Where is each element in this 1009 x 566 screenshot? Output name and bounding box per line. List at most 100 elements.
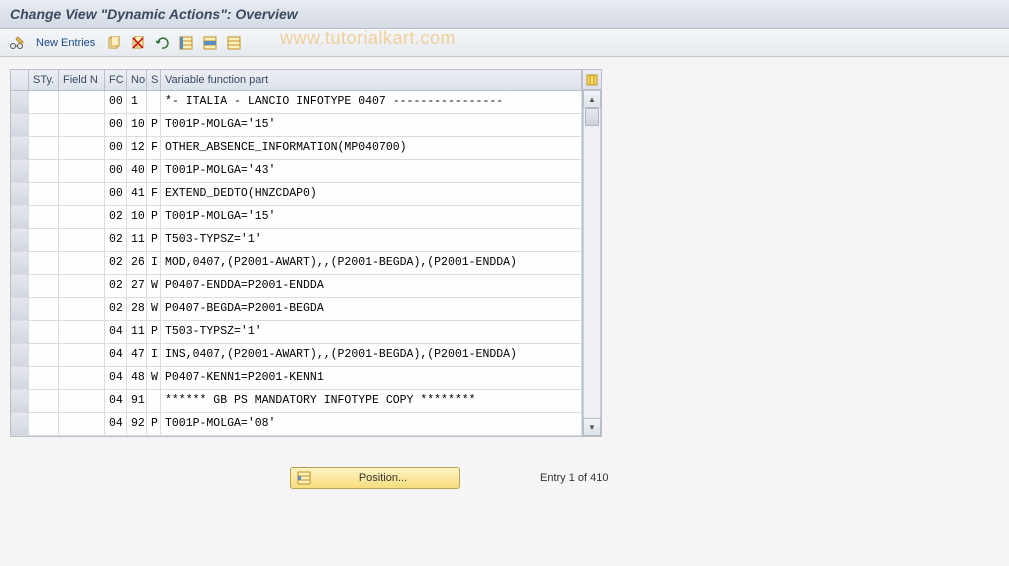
- header-field-n[interactable]: Field N: [59, 70, 105, 90]
- undo-icon[interactable]: [153, 34, 171, 52]
- cell-variable-function[interactable]: INS,0407,(P2001-AWART),,(P2001-BEGDA),(P…: [161, 344, 582, 366]
- cell-fc[interactable]: 00: [105, 160, 127, 182]
- cell-variable-function[interactable]: T503-TYPSZ='1': [161, 321, 582, 343]
- cell-s[interactable]: P: [147, 321, 161, 343]
- cell-sty[interactable]: [29, 229, 59, 251]
- cell-sty[interactable]: [29, 114, 59, 136]
- cell-no[interactable]: 10: [127, 114, 147, 136]
- row-select[interactable]: [11, 275, 29, 297]
- scroll-thumb[interactable]: [585, 108, 599, 126]
- cell-variable-function[interactable]: *- ITALIA - LANCIO INFOTYPE 0407 -------…: [161, 91, 582, 113]
- header-no[interactable]: No: [127, 70, 147, 90]
- cell-variable-function[interactable]: T001P-MOLGA='08': [161, 413, 582, 435]
- cell-no[interactable]: 48: [127, 367, 147, 389]
- cell-variable-function[interactable]: T001P-MOLGA='43': [161, 160, 582, 182]
- cell-sty[interactable]: [29, 298, 59, 320]
- cell-variable-function[interactable]: OTHER_ABSENCE_INFORMATION(MP040700): [161, 137, 582, 159]
- cell-variable-function[interactable]: ****** GB PS MANDATORY INFOTYPE COPY ***…: [161, 390, 582, 412]
- cell-s[interactable]: P: [147, 160, 161, 182]
- cell-field-n[interactable]: [59, 183, 105, 205]
- header-select[interactable]: [11, 70, 29, 90]
- column-config-icon[interactable]: [583, 70, 601, 90]
- cell-field-n[interactable]: [59, 206, 105, 228]
- cell-variable-function[interactable]: P0407-BEGDA=P2001-BEGDA: [161, 298, 582, 320]
- cell-sty[interactable]: [29, 183, 59, 205]
- scroll-track[interactable]: [583, 108, 601, 418]
- cell-field-n[interactable]: [59, 229, 105, 251]
- cell-sty[interactable]: [29, 137, 59, 159]
- cell-sty[interactable]: [29, 252, 59, 274]
- row-select[interactable]: [11, 344, 29, 366]
- cell-sty[interactable]: [29, 206, 59, 228]
- cell-variable-function[interactable]: T503-TYPSZ='1': [161, 229, 582, 251]
- header-variable-function[interactable]: Variable function part: [161, 70, 582, 90]
- header-sty[interactable]: STy.: [29, 70, 59, 90]
- cell-s[interactable]: I: [147, 344, 161, 366]
- row-select[interactable]: [11, 206, 29, 228]
- copy-icon[interactable]: [105, 34, 123, 52]
- cell-sty[interactable]: [29, 344, 59, 366]
- deselect-all-icon[interactable]: [225, 34, 243, 52]
- cell-no[interactable]: 27: [127, 275, 147, 297]
- cell-fc[interactable]: 04: [105, 344, 127, 366]
- cell-fc[interactable]: 02: [105, 206, 127, 228]
- pencil-glasses-icon[interactable]: [8, 34, 26, 52]
- select-all-icon[interactable]: [177, 34, 195, 52]
- new-entries-link[interactable]: New Entries: [32, 35, 99, 51]
- cell-fc[interactable]: 04: [105, 367, 127, 389]
- cell-field-n[interactable]: [59, 367, 105, 389]
- header-s[interactable]: S: [147, 70, 161, 90]
- cell-fc[interactable]: 00: [105, 91, 127, 113]
- row-select[interactable]: [11, 367, 29, 389]
- cell-sty[interactable]: [29, 321, 59, 343]
- cell-variable-function[interactable]: T001P-MOLGA='15': [161, 114, 582, 136]
- cell-no[interactable]: 40: [127, 160, 147, 182]
- cell-no[interactable]: 1: [127, 91, 147, 113]
- cell-fc[interactable]: 00: [105, 137, 127, 159]
- cell-s[interactable]: P: [147, 229, 161, 251]
- row-select[interactable]: [11, 137, 29, 159]
- cell-fc[interactable]: 02: [105, 252, 127, 274]
- cell-fc[interactable]: 02: [105, 298, 127, 320]
- cell-s[interactable]: P: [147, 114, 161, 136]
- select-block-icon[interactable]: [201, 34, 219, 52]
- row-select[interactable]: [11, 183, 29, 205]
- cell-fc[interactable]: 04: [105, 321, 127, 343]
- delete-copy-icon[interactable]: [129, 34, 147, 52]
- cell-fc[interactable]: 02: [105, 275, 127, 297]
- cell-s[interactable]: W: [147, 275, 161, 297]
- cell-field-n[interactable]: [59, 321, 105, 343]
- cell-no[interactable]: 10: [127, 206, 147, 228]
- cell-field-n[interactable]: [59, 298, 105, 320]
- row-select[interactable]: [11, 390, 29, 412]
- scroll-down-button[interactable]: ▼: [583, 418, 601, 436]
- cell-field-n[interactable]: [59, 390, 105, 412]
- cell-variable-function[interactable]: P0407-ENDDA=P2001-ENDDA: [161, 275, 582, 297]
- cell-s[interactable]: I: [147, 252, 161, 274]
- row-select[interactable]: [11, 114, 29, 136]
- cell-s[interactable]: P: [147, 413, 161, 435]
- row-select[interactable]: [11, 321, 29, 343]
- cell-no[interactable]: 92: [127, 413, 147, 435]
- cell-field-n[interactable]: [59, 252, 105, 274]
- cell-field-n[interactable]: [59, 137, 105, 159]
- cell-sty[interactable]: [29, 160, 59, 182]
- cell-s[interactable]: [147, 91, 161, 113]
- row-select[interactable]: [11, 160, 29, 182]
- cell-variable-function[interactable]: EXTEND_DEDTO(HNZCDAP0): [161, 183, 582, 205]
- cell-field-n[interactable]: [59, 160, 105, 182]
- cell-s[interactable]: F: [147, 183, 161, 205]
- cell-s[interactable]: [147, 390, 161, 412]
- cell-no[interactable]: 47: [127, 344, 147, 366]
- cell-field-n[interactable]: [59, 344, 105, 366]
- cell-no[interactable]: 26: [127, 252, 147, 274]
- cell-no[interactable]: 11: [127, 321, 147, 343]
- cell-variable-function[interactable]: T001P-MOLGA='15': [161, 206, 582, 228]
- cell-fc[interactable]: 02: [105, 229, 127, 251]
- cell-sty[interactable]: [29, 275, 59, 297]
- header-fc[interactable]: FC: [105, 70, 127, 90]
- scroll-up-button[interactable]: ▲: [583, 90, 601, 108]
- cell-sty[interactable]: [29, 367, 59, 389]
- cell-no[interactable]: 41: [127, 183, 147, 205]
- cell-s[interactable]: W: [147, 367, 161, 389]
